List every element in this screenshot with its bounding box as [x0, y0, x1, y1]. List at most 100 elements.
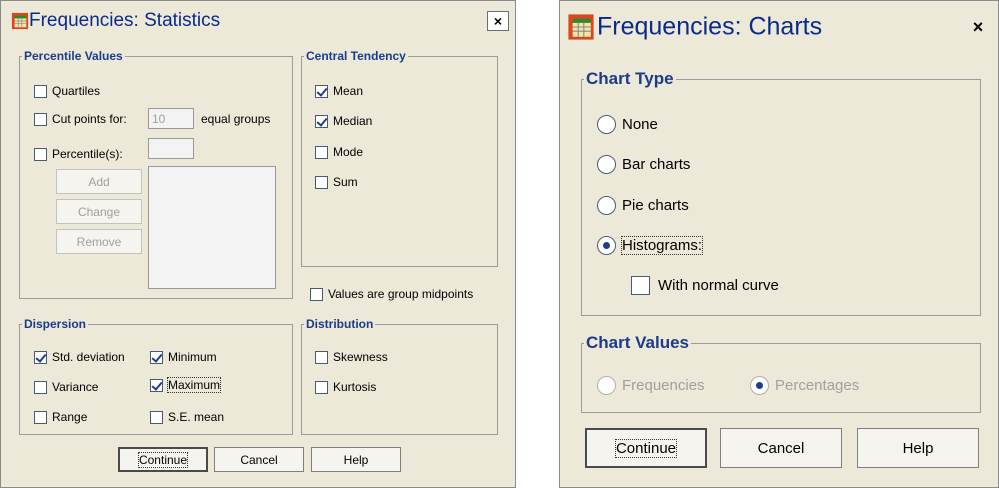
histograms-label: Histograms: — [620, 236, 704, 255]
kurtosis-label: Kurtosis — [333, 380, 377, 394]
percentages-option[interactable]: Percentages — [750, 376, 859, 395]
cut-points-option[interactable]: Cut points for: — [34, 112, 127, 126]
std-deviation-option[interactable]: Std. deviation — [34, 350, 125, 364]
help-button[interactable]: Help — [857, 428, 979, 468]
variance-label: Variance — [52, 380, 99, 394]
variance-option[interactable]: Variance — [34, 380, 98, 394]
close-button[interactable]: × — [964, 14, 992, 40]
cancel-button[interactable]: Cancel — [214, 447, 304, 472]
mode-label: Mode — [333, 145, 364, 159]
percentages-label: Percentages — [775, 377, 860, 394]
none-radio[interactable] — [597, 115, 616, 134]
percentile-value-input[interactable] — [148, 138, 194, 159]
group-midpoints-label: Values are group midpoints — [328, 287, 474, 301]
charts-dialog: Frequencies: Charts × Chart Type None Ba… — [559, 0, 999, 488]
cut-points-checkbox[interactable] — [34, 112, 47, 126]
variance-checkbox[interactable] — [34, 380, 47, 394]
statistics-title: Frequencies: Statistics — [29, 10, 221, 31]
range-checkbox[interactable] — [34, 410, 47, 424]
percentiles-label: Percentile(s): — [52, 147, 123, 161]
se-mean-option[interactable]: S.E. mean — [150, 410, 224, 424]
normal-curve-option[interactable]: With normal curve — [631, 276, 779, 295]
sum-checkbox[interactable] — [315, 175, 328, 189]
charts-title: Frequencies: Charts — [597, 12, 823, 41]
group-midpoints-option[interactable]: Values are group midpoints — [310, 287, 473, 301]
cut-points-label: Cut points for: — [52, 112, 127, 126]
close-icon: × — [972, 16, 984, 37]
kurtosis-option[interactable]: Kurtosis — [315, 380, 376, 394]
median-option[interactable]: Median — [315, 114, 372, 128]
se-mean-label: S.E. mean — [168, 410, 225, 424]
help-button[interactable]: Help — [311, 447, 401, 472]
se-mean-checkbox[interactable] — [150, 410, 163, 424]
histograms-radio[interactable] — [597, 236, 616, 255]
sum-option[interactable]: Sum — [315, 175, 358, 189]
distribution-legend: Distribution — [306, 317, 374, 331]
cut-points-input[interactable]: 10 — [148, 108, 194, 129]
range-option[interactable]: Range — [34, 410, 87, 424]
distribution-group: Distribution — [301, 317, 498, 435]
chart-type-legend: Chart Type — [586, 69, 674, 88]
statistics-dialog: Frequencies: Statistics × Percentile Val… — [0, 0, 516, 488]
skewness-checkbox[interactable] — [315, 350, 328, 364]
cancel-button[interactable]: Cancel — [720, 428, 842, 468]
std-deviation-label: Std. deviation — [52, 350, 125, 364]
mode-option[interactable]: Mode — [315, 145, 363, 159]
minimum-checkbox[interactable] — [150, 350, 163, 364]
charts-titlebar: Frequencies: Charts × — [560, 1, 998, 53]
continue-button[interactable]: Continue — [118, 447, 208, 472]
pie-charts-label: Pie charts — [622, 197, 689, 214]
bar-charts-radio[interactable] — [597, 155, 616, 174]
change-button[interactable]: Change — [56, 199, 142, 224]
bar-charts-label: Bar charts — [622, 156, 691, 173]
skewness-label: Skewness — [333, 350, 388, 364]
std-deviation-checkbox[interactable] — [34, 350, 47, 364]
normal-curve-label: With normal curve — [658, 277, 779, 294]
median-label: Median — [333, 114, 373, 128]
continue-button[interactable]: Continue — [585, 428, 707, 468]
histograms-option[interactable]: Histograms: — [597, 236, 704, 255]
percentiles-option[interactable]: Percentile(s): — [34, 147, 123, 161]
mean-checkbox[interactable] — [315, 84, 328, 98]
percentiles-checkbox[interactable] — [34, 147, 47, 161]
spss-table-icon — [568, 14, 594, 40]
mean-label: Mean — [333, 84, 364, 98]
frequencies-radio[interactable] — [597, 376, 616, 395]
continue-label: Continue — [137, 451, 189, 468]
normal-curve-checkbox[interactable] — [631, 276, 650, 295]
frequencies-option[interactable]: Frequencies — [597, 376, 705, 395]
percentages-radio[interactable] — [750, 376, 769, 395]
group-midpoints-checkbox[interactable] — [310, 287, 323, 301]
maximum-label: Maximum — [166, 377, 222, 393]
close-icon: × — [493, 13, 503, 29]
median-checkbox[interactable] — [315, 114, 328, 128]
mode-checkbox[interactable] — [315, 145, 328, 159]
pie-charts-option[interactable]: Pie charts — [597, 196, 689, 215]
statistics-titlebar: Frequencies: Statistics × — [1, 1, 515, 41]
skewness-option[interactable]: Skewness — [315, 350, 388, 364]
bar-charts-option[interactable]: Bar charts — [597, 155, 690, 174]
add-button[interactable]: Add — [56, 169, 142, 194]
percentile-values-legend: Percentile Values — [24, 49, 123, 63]
percentile-list[interactable] — [148, 166, 276, 289]
close-button[interactable]: × — [487, 11, 509, 31]
frequencies-label: Frequencies — [622, 377, 705, 394]
quartiles-option[interactable]: Quartiles — [34, 84, 100, 98]
maximum-option[interactable]: Maximum — [150, 377, 222, 393]
remove-button[interactable]: Remove — [56, 229, 142, 254]
minimum-label: Minimum — [168, 350, 217, 364]
mean-option[interactable]: Mean — [315, 84, 363, 98]
chart-values-group: Chart Values — [581, 333, 981, 413]
chart-values-legend: Chart Values — [586, 333, 689, 352]
sum-label: Sum — [333, 175, 358, 189]
minimum-option[interactable]: Minimum — [150, 350, 217, 364]
pie-charts-radio[interactable] — [597, 196, 616, 215]
quartiles-checkbox[interactable] — [34, 84, 47, 98]
kurtosis-checkbox[interactable] — [315, 380, 328, 394]
continue-label: Continue — [614, 438, 678, 458]
central-tendency-legend: Central Tendency — [306, 49, 406, 63]
none-option[interactable]: None — [597, 115, 658, 134]
maximum-checkbox[interactable] — [150, 378, 163, 392]
equal-groups-label: equal groups — [201, 112, 271, 126]
dispersion-legend: Dispersion — [24, 317, 87, 331]
